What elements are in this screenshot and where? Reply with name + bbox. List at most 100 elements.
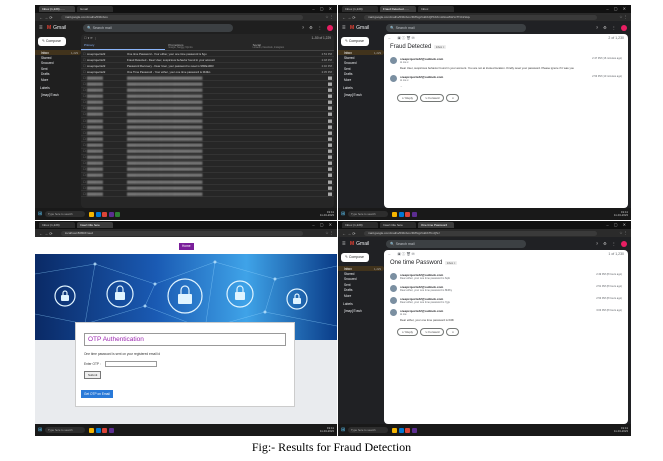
tab-promotions[interactable]: Promotions Google, Swiggy, Myntra — [165, 41, 249, 50]
url-field[interactable]: mail.google.com/mail/u/0/#inbox/FMfcgzGk… — [364, 14, 597, 20]
edge-icon[interactable] — [95, 211, 101, 217]
browser-tab[interactable]: Gmail — [77, 6, 113, 12]
folder-icon[interactable] — [392, 211, 397, 217]
compose-button[interactable]: ✎ Compose — [341, 37, 369, 46]
select-all-checkbox[interactable]: ☐ ▾ ⟳ ⋮ — [84, 36, 97, 40]
browser-tab[interactable]: Insert title here — [77, 222, 113, 228]
chrome-icon[interactable] — [405, 211, 410, 217]
window-controls[interactable]: – ▢ ✕ — [312, 222, 334, 227]
email-message[interactable]: sreeprojects22@outlook.com Dear either, y… — [384, 294, 628, 306]
folder-icon[interactable] — [392, 427, 397, 433]
emoji-button[interactable]: ☺ — [446, 94, 460, 102]
sidebar-item-trash-label[interactable]: [Imap]/Trash — [338, 308, 384, 313]
inbox-tag[interactable]: Inbox × — [434, 45, 446, 49]
system-tray[interactable]: 19:41 11-04-2023 — [320, 210, 334, 218]
browser-tab[interactable]: Inbox — [418, 6, 454, 12]
windows-start-icon[interactable]: ⊞ — [341, 427, 348, 433]
chrome-icon[interactable] — [102, 211, 107, 217]
compose-button[interactable]: ✎ Compose — [38, 37, 66, 46]
app-icon[interactable] — [411, 427, 417, 433]
edge-icon[interactable] — [95, 427, 101, 433]
email-message[interactable]: sreeprojects22@outlook.com Dear either, y… — [384, 282, 628, 294]
url-field[interactable]: mail.google.com/mail/u/0/#inbox — [61, 14, 303, 20]
browser-tab[interactable]: Inbox (1,229) — [39, 222, 75, 228]
hamburger-icon[interactable]: ≡ — [342, 25, 350, 31]
browser-menu-icon[interactable]: ☆ ⋮ — [303, 15, 333, 19]
system-tray[interactable]: 19:41 11-04-2023 — [614, 426, 628, 434]
windows-start-icon[interactable]: ⊞ — [38, 211, 45, 217]
search-input[interactable]: 🔍 Search mail — [386, 239, 527, 248]
forward-button[interactable]: ↪ Forward — [420, 94, 445, 102]
avatar[interactable] — [621, 240, 627, 247]
window-controls[interactable]: – ▢ ✕ — [606, 222, 628, 227]
taskbar-search[interactable]: Type here to search — [45, 427, 85, 433]
email-message[interactable]: sreeprojects22@outlook.com Dear either, y… — [384, 270, 628, 282]
sidebar-item-trash-label[interactable]: [Imap]/Trash — [35, 92, 81, 97]
browser-tab[interactable]: Inbox (1,229) — [342, 222, 378, 228]
header-icons[interactable]: ? ⚙ ⋮ — [596, 240, 627, 247]
window-controls[interactable]: – ▢ ✕ — [312, 6, 334, 11]
table-row[interactable]: ☐ ████████ ███████████████████████████████… — [81, 191, 334, 198]
email-message[interactable]: sreeprojects22@outlook.com to me ▾ ... 2… — [384, 72, 628, 90]
submit-button[interactable]: Submit — [84, 371, 102, 379]
sidebar-item-starred[interactable]: Starred — [338, 55, 384, 60]
url-field[interactable]: mail.google.com/mail/u/0/#inbox/FMfcgzGk… — [364, 230, 597, 236]
browser-tab[interactable]: One time Password — [418, 222, 454, 228]
nav-buttons[interactable]: ← → ⟳ — [342, 231, 364, 236]
nav-buttons[interactable]: ← → ⟳ — [342, 15, 364, 20]
nav-buttons[interactable]: ← → ⟳ — [39, 15, 61, 20]
folder-icon[interactable] — [89, 211, 94, 217]
windows-start-icon[interactable]: ⊞ — [38, 427, 45, 433]
chrome-icon[interactable] — [102, 427, 107, 433]
emoji-button[interactable]: ☺ — [446, 328, 460, 336]
hamburger-icon[interactable]: ≡ — [342, 241, 350, 247]
app-icon[interactable] — [115, 211, 120, 217]
system-tray[interactable]: 19:41 11-04-2023 — [614, 210, 628, 218]
nav-buttons[interactable]: ← → ⟳ — [39, 231, 61, 236]
edge-icon[interactable] — [398, 211, 404, 217]
forward-button[interactable]: ↪ Forward — [420, 328, 445, 336]
tab-primary[interactable]: Primary — [81, 41, 166, 50]
browser-tab[interactable]: Insert title here — [380, 222, 416, 228]
email-message[interactable]: sreeprojects22@outlook.com to me ▾ Dear … — [384, 54, 628, 72]
compose-button[interactable]: ✎ Compose — [341, 253, 369, 262]
inbox-tag[interactable]: Inbox × — [445, 261, 457, 265]
home-button[interactable]: Home — [179, 243, 194, 250]
avatar[interactable] — [621, 24, 627, 31]
back-icon[interactable]: ← — [388, 36, 392, 40]
url-field[interactable]: localhost:8080/Fraud — [61, 230, 303, 236]
taskbar-search[interactable]: Type here to search — [348, 211, 388, 217]
app-icon[interactable] — [108, 211, 114, 217]
sidebar-item-sent[interactable]: Sent — [35, 66, 81, 71]
archive-icon[interactable]: ▣ ⓘ 🗑 ✉ — [398, 36, 415, 40]
search-input[interactable]: 🔍 Search mail — [83, 23, 234, 32]
get-otp-button[interactable]: Get OTP on Email — [81, 390, 113, 398]
browser-tab[interactable]: Inbox (1,229) — [342, 6, 378, 12]
taskbar-search[interactable]: Type here to search — [348, 427, 388, 433]
edge-icon[interactable] — [398, 427, 404, 433]
header-icons[interactable]: ? ⚙ ⋮ — [596, 24, 627, 31]
search-input[interactable]: 🔍 Search mail — [386, 23, 527, 32]
sidebar-item-starred[interactable]: Starred — [338, 271, 384, 276]
hamburger-icon[interactable]: ≡ — [39, 25, 47, 31]
taskbar-search[interactable]: Type here to search — [45, 211, 85, 217]
sidebar-item-sent[interactable]: Sent — [338, 66, 384, 71]
browser-tab[interactable]: Fraud Detected - ... — [380, 6, 416, 12]
browser-menu-icon[interactable]: ☆ ⋮ — [597, 231, 627, 235]
chrome-icon[interactable] — [405, 427, 410, 433]
avatar[interactable] — [327, 24, 333, 31]
back-icon[interactable]: ← — [388, 252, 392, 256]
sidebar-item-starred[interactable]: Starred — [35, 55, 81, 60]
otp-input[interactable] — [104, 361, 157, 367]
folder-icon[interactable] — [89, 427, 94, 433]
browser-menu-icon[interactable]: ☆ ⋮ — [303, 231, 333, 235]
windows-start-icon[interactable]: ⊞ — [341, 211, 348, 217]
header-icons[interactable]: ? ⚙ ⋮ — [302, 24, 333, 31]
window-controls[interactable]: – ▢ ✕ — [606, 6, 628, 11]
browser-menu-icon[interactable]: ☆ ⋮ — [597, 15, 627, 19]
reply-button[interactable]: ↩ Reply — [397, 94, 419, 102]
sidebar-item-sent[interactable]: Sent — [338, 282, 384, 287]
reply-button[interactable]: ↩ Reply — [397, 328, 419, 336]
system-tray[interactable]: 19:41 11-04-2023 — [320, 426, 334, 434]
sidebar-item-trash-label[interactable]: [Imap]/Trash — [338, 92, 384, 97]
